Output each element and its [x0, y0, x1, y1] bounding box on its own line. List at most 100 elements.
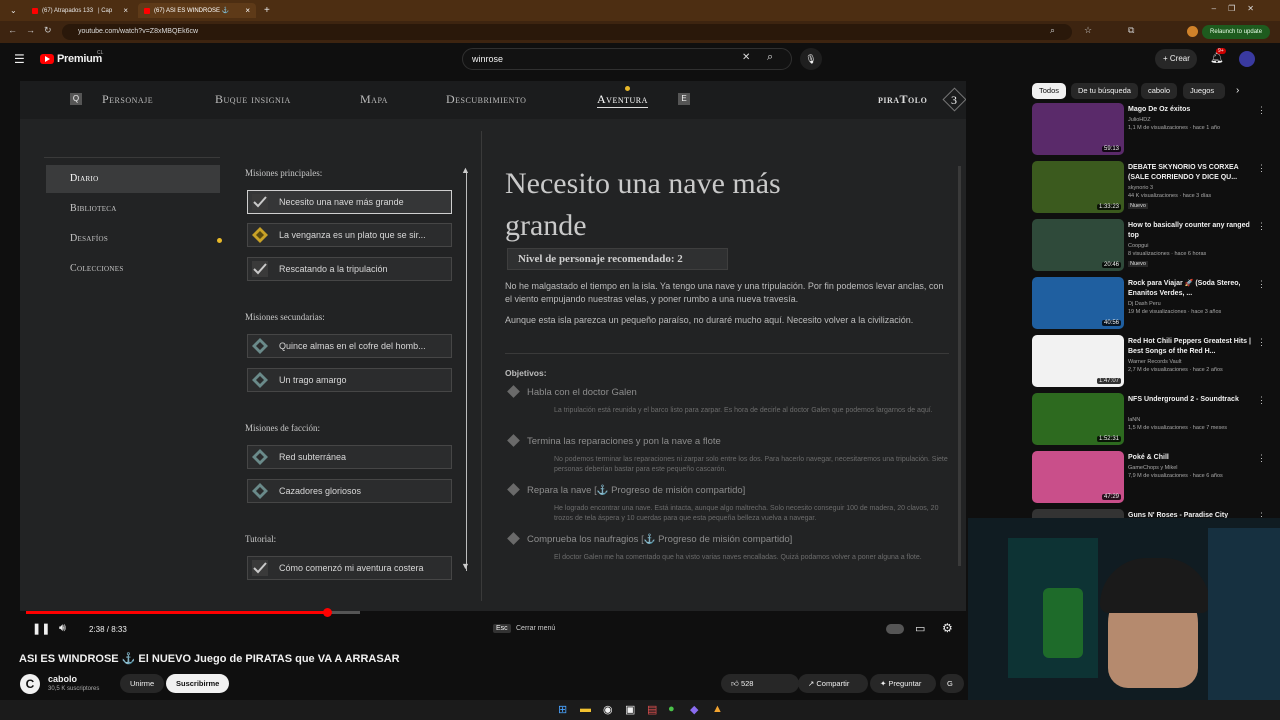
more-actions-button[interactable]: G — [940, 674, 964, 693]
quest-item[interactable]: Cazadores gloriosos — [247, 479, 452, 503]
menu-icon[interactable]: ☰ — [14, 52, 25, 66]
browser-tab-2[interactable]: | Cap × — [92, 3, 134, 18]
related-video-title[interactable]: Rock para Viajar 🚀 (Soda Stereo, Enanito… — [1128, 279, 1256, 299]
youtube-logo-icon[interactable] — [40, 54, 54, 64]
related-video-channel[interactable]: Coopgui — [1128, 243, 1149, 249]
related-video-channel[interactable]: GameChops y Mikel — [1128, 465, 1178, 471]
video-thumbnail[interactable]: 20:46 — [1032, 219, 1124, 271]
address-bar[interactable]: youtube.com/watch?v=Z8xMBQEk6cw — [62, 24, 1072, 40]
bookmark-icon[interactable]: ☆ — [1084, 25, 1092, 36]
menu-desafios[interactable]: Desafíos — [46, 225, 220, 253]
forward-icon[interactable]: → — [26, 25, 35, 35]
related-video-title[interactable]: Mago De Oz éxitos — [1128, 105, 1256, 115]
quest-item[interactable]: La venganza es un plato que se sir... — [247, 223, 452, 247]
account-avatar[interactable] — [1239, 51, 1255, 67]
related-video[interactable]: 20:46 How to basically counter any ranged… — [1032, 219, 1272, 273]
chrome-icon[interactable]: ● — [668, 703, 675, 715]
video-thumbnail[interactable]: 47:29 — [1032, 451, 1124, 503]
relaunch-button[interactable]: Relaunch to update — [1202, 25, 1271, 39]
zoom-icon[interactable]: ⌕ — [1050, 25, 1055, 36]
app-icon[interactable]: ◉ — [603, 703, 613, 716]
more-vert-icon[interactable]: ⋮ — [1257, 337, 1266, 348]
windows-start-icon[interactable]: ⊞ — [558, 703, 567, 716]
related-video-title[interactable]: How to basically counter any ranged top — [1128, 221, 1256, 241]
discord-icon[interactable]: ◆ — [690, 703, 698, 716]
related-video[interactable]: 40:56 Rock para Viajar 🚀 (Soda Stereo, En… — [1032, 277, 1272, 331]
video-thumbnail[interactable]: 1:33:23 — [1032, 161, 1124, 213]
more-vert-icon[interactable]: ⋮ — [1257, 279, 1266, 290]
quest-item[interactable]: Necesito una nave más grande — [247, 190, 452, 214]
quest-item[interactable]: Red subterránea — [247, 445, 452, 469]
video-player[interactable]: Q Personaje Buque insignia Mapa Descubri… — [20, 81, 966, 611]
extensions-icon[interactable]: ⧉ — [1128, 25, 1134, 36]
youtube-premium-logo[interactable]: Premium — [57, 53, 102, 65]
nav-mapa[interactable]: Mapa — [360, 92, 388, 107]
detail-scrollbar[interactable] — [958, 166, 961, 566]
quest-item[interactable]: Quince almas en el cofre del homb... — [247, 334, 452, 358]
more-vert-icon[interactable]: ⋮ — [1257, 395, 1266, 406]
app-icon[interactable]: ▲ — [712, 703, 723, 715]
related-video-title[interactable]: NFS Underground 2 - Soundtrack — [1128, 395, 1256, 405]
more-vert-icon[interactable]: ⋮ — [1257, 163, 1266, 174]
related-video[interactable]: 1:33:23 DEBATE SKYNORIO VS CORXEA (SALE C… — [1032, 161, 1272, 215]
nav-aventura[interactable]: Aventura — [597, 92, 648, 108]
like-button[interactable]: 👍︎ 528 — [721, 674, 799, 693]
chip-cabolo[interactable]: cabolo — [1141, 83, 1178, 99]
nav-personaje[interactable]: Personaje — [102, 92, 153, 107]
video-thumbnail[interactable]: 40:56 — [1032, 277, 1124, 329]
chevron-right-icon[interactable]: › — [1236, 85, 1239, 96]
volume-icon[interactable]: 🔊︎ — [59, 622, 66, 635]
related-video-channel[interactable]: JulioHDZ — [1128, 117, 1151, 123]
create-button[interactable]: + Crear — [1155, 49, 1197, 69]
menu-biblioteca[interactable]: Biblioteca — [46, 195, 220, 223]
file-explorer-icon[interactable]: ▬ — [580, 703, 591, 715]
related-video[interactable]: 47:29 Poké & Chill GameChops y Mikel 7,9 M … — [1032, 451, 1272, 505]
app-icon[interactable]: ▣ — [625, 703, 635, 716]
video-thumbnail[interactable]: 1:47:07 — [1032, 335, 1124, 387]
scroll-down-icon[interactable]: ▼ — [461, 561, 470, 571]
more-vert-icon[interactable]: ⋮ — [1257, 453, 1266, 464]
join-button[interactable]: Unirme — [120, 674, 165, 693]
subscribe-button[interactable]: Suscribirme — [166, 674, 230, 693]
ask-button[interactable]: ✦ Preguntar — [870, 674, 936, 693]
window-controls[interactable]: –❐✕ — [1212, 4, 1266, 13]
close-icon[interactable]: × — [245, 6, 250, 15]
related-video[interactable]: 59:13 Mago De Oz éxitos JulioHDZ 1,1 M de v… — [1032, 103, 1272, 157]
related-video-title[interactable]: Poké & Chill — [1128, 453, 1256, 463]
scroll-up-icon[interactable]: ▲ — [461, 165, 470, 175]
nav-descubrimiento[interactable]: Descubrimiento — [446, 92, 526, 107]
autoplay-toggle[interactable] — [886, 624, 904, 634]
profile-avatar[interactable] — [1187, 26, 1198, 37]
clear-search-icon[interactable]: ✕ — [742, 52, 750, 63]
quest-item[interactable]: Un trago amargo — [247, 368, 452, 392]
app-icon[interactable]: ▤ — [647, 703, 657, 716]
search-icon[interactable]: ⌕ — [767, 51, 773, 64]
pause-icon[interactable]: ❚❚ — [32, 622, 50, 635]
video-thumbnail[interactable]: 1:52:31 — [1032, 393, 1124, 445]
menu-colecciones[interactable]: Colecciones — [46, 255, 220, 283]
menu-diario[interactable]: Diario — [46, 165, 220, 193]
related-video-channel[interactable]: skynorio 3 — [1128, 185, 1153, 191]
related-video-title[interactable]: DEBATE SKYNORIO VS CORXEA (SALE CORRIEND… — [1128, 163, 1256, 183]
more-vert-icon[interactable]: ⋮ — [1257, 105, 1266, 116]
video-thumbnail[interactable]: 59:13 — [1032, 103, 1124, 155]
voice-search-icon[interactable]: 🎙︎ — [800, 48, 822, 70]
chip-all[interactable]: Todos — [1032, 83, 1067, 99]
channel-avatar[interactable]: C — [20, 674, 40, 694]
related-video-channel[interactable]: laNN — [1128, 417, 1140, 423]
share-button[interactable]: ↗ Compartir — [798, 674, 868, 693]
related-video-channel[interactable]: Warner Records Vault — [1128, 359, 1182, 365]
related-video[interactable]: 1:52:31 NFS Underground 2 - Soundtrack laN… — [1032, 393, 1272, 447]
settings-gear-icon[interactable]: ⚙︎ — [942, 621, 953, 635]
related-video[interactable]: 1:47:07 Red Hot Chili Peppers Greatest Hi… — [1032, 335, 1272, 389]
channel-name[interactable]: cabolo — [48, 674, 77, 684]
reload-icon[interactable]: ↻ — [44, 25, 52, 36]
close-icon[interactable]: × — [123, 6, 128, 15]
quest-item[interactable]: Rescatando a la tripulación — [247, 257, 452, 281]
back-icon[interactable]: ← — [8, 25, 17, 35]
browser-tab-active[interactable]: (67) ASI ES WINDROSE ⚓ × — [138, 3, 256, 18]
related-video-channel[interactable]: Dj Dash Peru — [1128, 301, 1161, 307]
progress-bar[interactable] — [26, 611, 327, 614]
new-tab-button[interactable]: + — [258, 3, 276, 18]
quest-list-scrollbar[interactable] — [466, 171, 467, 571]
